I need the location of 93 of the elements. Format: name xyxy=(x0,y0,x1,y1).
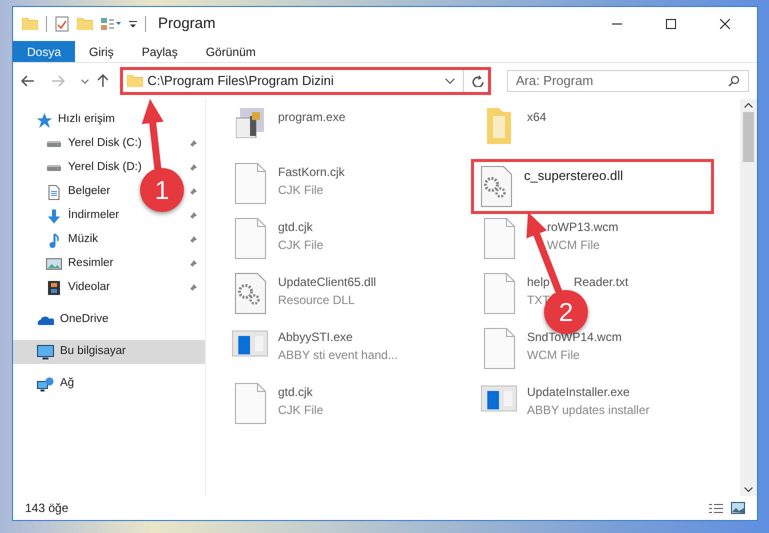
pin-icon[interactable] xyxy=(188,212,197,220)
pin-icon[interactable] xyxy=(188,260,197,268)
checklist-icon[interactable] xyxy=(55,16,69,32)
close-icon xyxy=(720,19,730,29)
back-arrow-icon[interactable] xyxy=(21,75,35,87)
pin-icon[interactable] xyxy=(188,140,197,148)
file-type: ABBY updates installer xyxy=(527,402,650,419)
window-title: Program xyxy=(158,14,216,34)
maximize-icon xyxy=(666,19,676,29)
sidebar-item[interactable]: Belgeler xyxy=(46,180,110,204)
file-type: WCM File xyxy=(527,347,581,364)
scroll-thumb[interactable] xyxy=(743,112,754,162)
ribbon-tab[interactable]: Giriş xyxy=(75,41,128,62)
file-icon xyxy=(484,218,514,259)
film-icon xyxy=(48,281,60,295)
large-icons-view-icon[interactable] xyxy=(731,502,745,514)
file-icon xyxy=(234,163,266,204)
drive-icon xyxy=(46,140,62,148)
folder-icon xyxy=(487,108,511,144)
file-type: Resource DLL xyxy=(278,292,356,309)
sidebar-item[interactable]: Yerel Disk (C:) xyxy=(46,132,142,156)
ribbon-tab[interactable]: Dosya xyxy=(13,41,76,62)
dropdown-icon[interactable] xyxy=(129,20,137,28)
sidebar-item[interactable]: Ağ xyxy=(13,372,205,396)
drive-icon xyxy=(46,164,62,172)
file-name: program.exe xyxy=(278,109,346,126)
file-type: ABBY sti event hand... xyxy=(278,347,398,364)
document-icon xyxy=(48,184,60,200)
sidebar-item[interactable]: OneDrive xyxy=(13,308,205,332)
address-bar[interactable]: C:\Program Files\Program Dizini xyxy=(120,67,491,95)
star-icon xyxy=(37,112,52,128)
minimize-icon xyxy=(612,23,622,25)
monitor-icon xyxy=(37,344,54,360)
pin-icon[interactable] xyxy=(188,164,197,172)
item-count: 143 öğe xyxy=(25,500,68,517)
cloud-icon xyxy=(37,315,54,325)
file-type: CJK File xyxy=(278,182,324,199)
file-name: roWP13.wcm xyxy=(547,219,618,236)
file-name: SndToWP14.wcm xyxy=(527,329,622,346)
sidebar-item[interactable]: Videolar xyxy=(46,276,110,300)
file-name: gtd.cjk xyxy=(278,219,313,236)
ribbon-tab[interactable]: Görünüm xyxy=(192,41,270,62)
sidebar-item[interactable]: Müzik xyxy=(46,228,98,252)
file-name: c_superstereo.dll xyxy=(524,167,623,185)
file-name: x64 xyxy=(527,109,546,126)
file-type: WCM File xyxy=(547,237,601,254)
file-name: FastKorn.cjk xyxy=(278,164,345,181)
file-name: UpdateClient65.dll xyxy=(278,274,376,291)
address-path: C:\Program Files\Program Dizini xyxy=(147,72,335,90)
sidebar-item[interactable]: Hızlı erişim xyxy=(13,108,205,132)
pin-icon[interactable] xyxy=(188,188,197,196)
window-icon xyxy=(481,383,517,414)
folder-icon xyxy=(127,74,144,88)
file-type: CJK File xyxy=(278,402,324,419)
file-icon xyxy=(484,273,514,314)
file-name: Reader.txt xyxy=(574,274,628,291)
file-type: CJK File xyxy=(278,237,324,254)
search-input[interactable]: Ara: Program xyxy=(516,71,728,91)
scrollbar[interactable] xyxy=(740,99,757,496)
folder-icon xyxy=(22,18,38,30)
file-icon xyxy=(234,218,266,259)
refresh-icon[interactable] xyxy=(472,75,484,87)
pin-icon[interactable] xyxy=(188,236,197,244)
file-icon xyxy=(484,328,514,369)
network-icon xyxy=(37,376,54,392)
chevron-down-icon[interactable] xyxy=(444,78,455,84)
music-note-icon xyxy=(49,232,59,248)
application-icon xyxy=(236,108,264,138)
sidebar-item[interactable]: Resimler xyxy=(46,252,114,276)
gear-file-icon xyxy=(234,273,266,314)
search-field[interactable]: Ara: Program xyxy=(506,70,749,92)
file-icon xyxy=(234,383,266,424)
window-icon xyxy=(232,328,268,359)
file-name: AbbyySTI.exe xyxy=(278,329,353,346)
gear-file-icon xyxy=(480,166,512,207)
file-name: UpdateInstaller.exe xyxy=(527,384,630,401)
file-name: help xyxy=(527,274,550,291)
chevron-down-icon[interactable] xyxy=(80,78,89,84)
search-icon[interactable] xyxy=(728,75,740,87)
file-name: gtd.cjk xyxy=(278,384,313,401)
sidebar-item[interactable]: Yerel Disk (D:) xyxy=(46,156,142,180)
sidebar-item[interactable]: Bu bilgisayar xyxy=(13,340,205,364)
up-arrow-icon[interactable] xyxy=(96,74,108,88)
scroll-up-icon[interactable] xyxy=(744,103,753,108)
picture-icon xyxy=(46,258,62,270)
details-view-icon[interactable] xyxy=(709,504,723,512)
scroll-down-icon[interactable] xyxy=(744,487,753,492)
pin-icon[interactable] xyxy=(188,284,197,292)
ribbon-tab[interactable]: Paylaş xyxy=(128,41,192,62)
properties-icon[interactable] xyxy=(101,18,121,30)
sidebar-item[interactable]: İndirmeler xyxy=(46,204,120,228)
folder-icon xyxy=(77,18,93,30)
download-arrow-icon xyxy=(47,208,61,224)
